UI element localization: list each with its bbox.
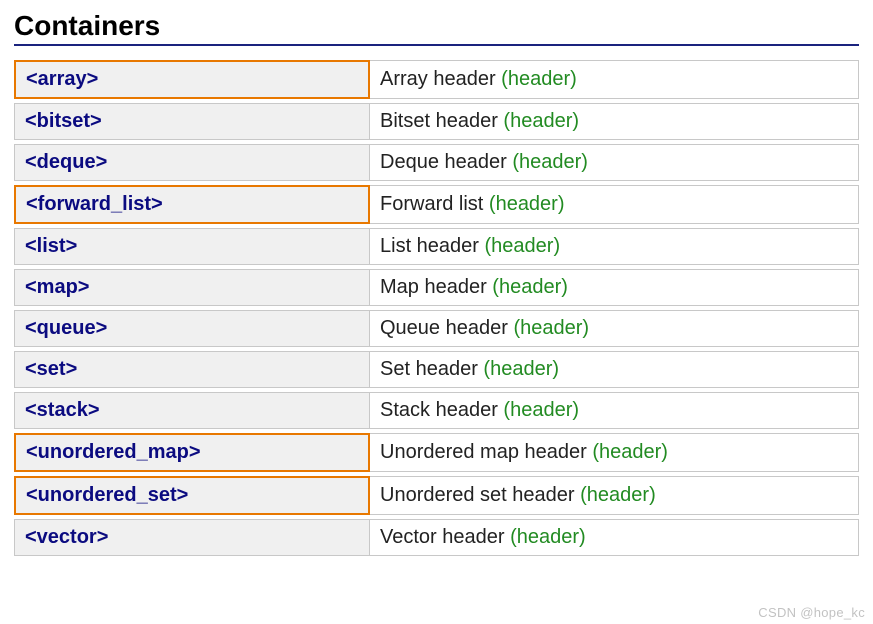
header-link[interactable]: <stack> (25, 399, 100, 421)
watermark: CSDN @hope_kc (758, 605, 865, 620)
type-label: (header) (592, 441, 668, 463)
desc-text: Deque header (380, 151, 512, 173)
header-name-cell: <array> (14, 60, 370, 99)
desc-text: List header (380, 235, 485, 257)
table-row: <array> Array header (header) (14, 60, 859, 99)
header-desc-cell: List header (header) (370, 228, 859, 265)
header-name-cell: <unordered_set> (14, 476, 370, 515)
desc-text: Queue header (380, 317, 513, 339)
header-link[interactable]: <map> (25, 276, 89, 298)
header-name-cell: <forward_list> (14, 185, 370, 224)
header-name-cell: <list> (14, 228, 370, 265)
header-link[interactable]: <deque> (25, 151, 107, 173)
desc-text: Unordered map header (380, 441, 592, 463)
header-link[interactable]: <list> (25, 235, 77, 257)
header-name-cell: <set> (14, 351, 370, 388)
table-row: <stack> Stack header (header) (14, 392, 859, 429)
type-label: (header) (503, 399, 579, 421)
table-row: <deque> Deque header (header) (14, 144, 859, 181)
table-row: <map> Map header (header) (14, 269, 859, 306)
header-desc-cell: Bitset header (header) (370, 103, 859, 140)
type-label: (header) (513, 317, 589, 339)
header-name-cell: <queue> (14, 310, 370, 347)
header-desc-cell: Vector header (header) (370, 519, 859, 556)
header-name-cell: <stack> (14, 392, 370, 429)
desc-text: Stack header (380, 399, 503, 421)
header-link[interactable]: <forward_list> (26, 193, 163, 215)
desc-text: Vector header (380, 526, 510, 548)
header-desc-cell: Stack header (header) (370, 392, 859, 429)
desc-text: Unordered set header (380, 484, 580, 506)
header-link[interactable]: <set> (25, 358, 77, 380)
desc-text: Forward list (380, 193, 489, 215)
table-row: <vector> Vector header (header) (14, 519, 859, 556)
header-name-cell: <unordered_map> (14, 433, 370, 472)
type-label: (header) (483, 358, 559, 380)
type-label: (header) (580, 484, 656, 506)
header-name-cell: <deque> (14, 144, 370, 181)
header-desc-cell: Unordered map header (header) (370, 433, 859, 472)
header-desc-cell: Array header (header) (370, 60, 859, 99)
header-link[interactable]: <unordered_set> (26, 484, 188, 506)
type-label: (header) (485, 235, 561, 257)
desc-text: Set header (380, 358, 483, 380)
table-row: <unordered_map> Unordered map header (hea… (14, 433, 859, 472)
header-link[interactable]: <bitset> (25, 110, 102, 132)
header-name-cell: <map> (14, 269, 370, 306)
type-label: (header) (489, 193, 565, 215)
type-label: (header) (501, 68, 577, 90)
page-title: Containers (14, 10, 859, 46)
table-row: <bitset> Bitset header (header) (14, 103, 859, 140)
type-label: (header) (503, 110, 579, 132)
header-desc-cell: Queue header (header) (370, 310, 859, 347)
header-desc-cell: Deque header (header) (370, 144, 859, 181)
header-link[interactable]: <vector> (25, 526, 108, 548)
type-label: (header) (510, 526, 586, 548)
header-desc-cell: Unordered set header (header) (370, 476, 859, 515)
table-row: <list> List header (header) (14, 228, 859, 265)
table-row: <forward_list> Forward list (header) (14, 185, 859, 224)
table-row: <set> Set header (header) (14, 351, 859, 388)
desc-text: Array header (380, 68, 501, 90)
header-name-cell: <bitset> (14, 103, 370, 140)
header-link[interactable]: <queue> (25, 317, 107, 339)
header-name-cell: <vector> (14, 519, 370, 556)
type-label: (header) (512, 151, 588, 173)
header-desc-cell: Forward list (header) (370, 185, 859, 224)
type-label: (header) (492, 276, 568, 298)
header-desc-cell: Set header (header) (370, 351, 859, 388)
header-link[interactable]: <unordered_map> (26, 441, 201, 463)
table-row: <queue> Queue header (header) (14, 310, 859, 347)
desc-text: Bitset header (380, 110, 503, 132)
header-link[interactable]: <array> (26, 68, 98, 90)
containers-table: <array> Array header (header) <bitset> Bits… (14, 56, 859, 560)
desc-text: Map header (380, 276, 492, 298)
header-desc-cell: Map header (header) (370, 269, 859, 306)
table-row: <unordered_set> Unordered set header (hea… (14, 476, 859, 515)
